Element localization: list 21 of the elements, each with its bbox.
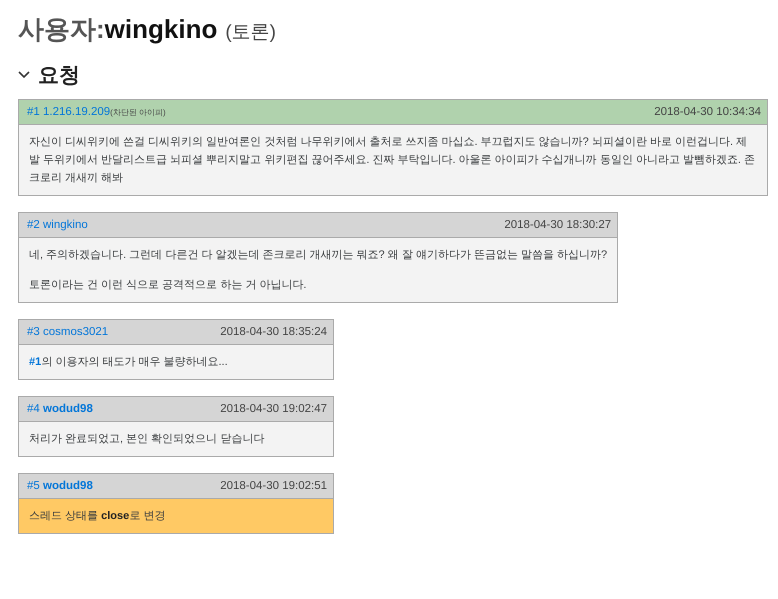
section-heading: 요청	[38, 63, 80, 89]
comment-text: 네, 주의하겠습니다. 그런데 다른건 다 알겠는데 존크로리 개새끼는 뭐죠? 왜 잘 얘기하다가 뜬금없는 말씀을 하십니까?	[29, 248, 608, 263]
comment-text: #1의 이용자의 태도가 매우 불량하네요...	[29, 355, 229, 370]
comment-time: 2018-04-30 10:34:34	[654, 106, 761, 118]
comment-author-link[interactable]: #5 wodud98	[27, 480, 93, 492]
blocked-ip-note: (차단된 아이피)	[110, 108, 166, 117]
page-title: 사용자:wingkino	[18, 13, 218, 46]
chevron-icon[interactable]	[18, 71, 30, 79]
comment-author-link[interactable]: #2 wingkino	[27, 219, 88, 231]
comment-time: 2018-04-30 18:35:24	[220, 326, 327, 338]
comment-text: 처리가 완료되었고, 본인 확인되었으니 닫습니다	[29, 432, 266, 447]
comment-author-link[interactable]: #1 1.216.19.209	[27, 106, 110, 118]
page-subtitle: (토론)	[225, 21, 276, 45]
comment-time: 2018-04-30 19:02:47	[220, 403, 327, 415]
comment-author-link[interactable]: #4 wodud98	[27, 403, 93, 415]
comment-text: 토론이라는 건 이런 식으로 공격적으로 하는 거 아닙니다.	[29, 278, 308, 293]
comment-author-link[interactable]: #3 cosmos3021	[27, 326, 108, 338]
comment-time: 2018-04-30 19:02:51	[220, 480, 327, 492]
comment-time: 2018-04-30 18:30:27	[504, 219, 612, 231]
comment-text: 자신이 디씨위키에 쓴걸 디씨위키의 일반여론인 것처럼 나무위키에서 출처로 쓰지좀 마십쇼. 부끄럽지도 않습니까? 뇌피셜이란 바로 이런겁니다. 제발 두위키에서 반달리스트급 뇌피셜 뿌리지말고 위키편집 끊어주세요. 진짜 부탁입니다. 아울론 아이피가 수십개니까 동일인 아니라고 발뺌하겠죠. 존크로리 개새끼 해봐	[29, 135, 756, 186]
comment-text: 스레드 상태를 close로 변경	[29, 509, 166, 524]
